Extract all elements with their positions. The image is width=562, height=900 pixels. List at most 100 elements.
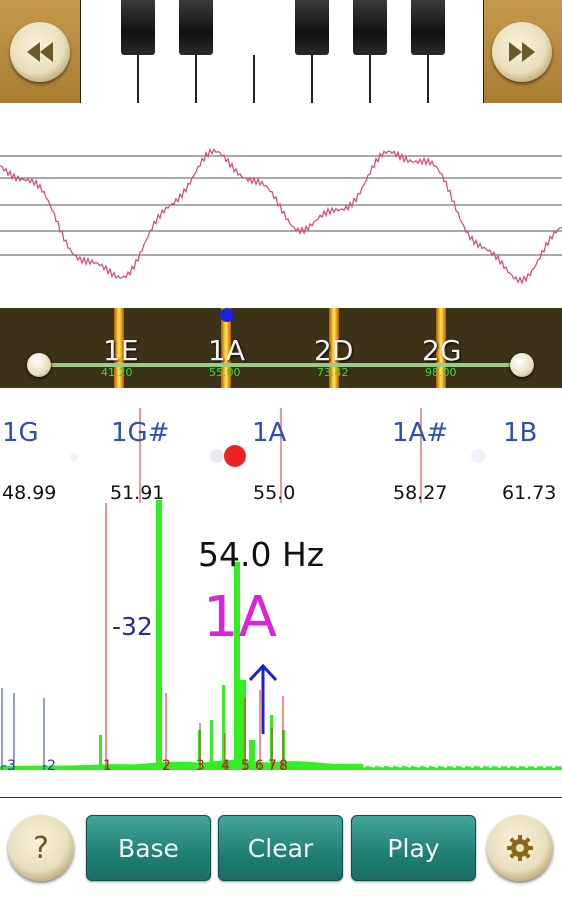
spectrum-bar — [129, 764, 132, 770]
spectrum-bar — [357, 763, 360, 770]
spectrum-bar — [96, 764, 99, 770]
spectrum-bar — [489, 767, 492, 770]
range-slider-right-handle[interactable] — [510, 353, 534, 377]
spectrum-bar — [423, 766, 426, 770]
note-name: 1G# — [111, 418, 170, 448]
spectrum-bar — [324, 763, 327, 770]
spectrum-bar — [264, 762, 267, 770]
spectrum-bar — [471, 767, 474, 770]
spectrum-bar — [156, 500, 159, 770]
spectrum-bar — [354, 763, 357, 770]
spectrum-bar — [99, 735, 102, 770]
spectrum-bar — [525, 767, 528, 770]
spectrum-bar — [318, 762, 321, 770]
spectrum-bar — [405, 766, 408, 770]
spectrum-bar — [366, 766, 369, 770]
spectrum-bar — [486, 766, 489, 770]
spectrum-bar — [132, 764, 135, 770]
range-slider-track[interactable] — [38, 363, 522, 367]
pitch-trail-dot — [70, 453, 78, 461]
spectrum-bar — [558, 766, 561, 770]
piano-keyboard[interactable] — [80, 0, 484, 103]
spectrum-bar — [126, 764, 129, 770]
spectrum-bar — [66, 765, 69, 770]
spectrum-bar — [543, 767, 546, 770]
spectrum-bar — [360, 763, 363, 770]
prev-panel — [0, 0, 80, 103]
spectrum-bar — [408, 767, 411, 770]
harmonic-label: 6 — [255, 758, 264, 774]
clear-button[interactable]: Clear — [218, 815, 343, 881]
spectrum-bar — [528, 766, 531, 770]
spectrum-bar — [312, 762, 315, 770]
spectrum-bar — [390, 767, 393, 770]
spectrum-bar — [333, 764, 336, 770]
range-slider-left-handle[interactable] — [27, 353, 51, 377]
harmonic-label: 5 — [241, 758, 250, 774]
black-key[interactable] — [295, 0, 329, 55]
spectrum-bar — [348, 763, 351, 770]
black-key[interactable] — [121, 0, 155, 55]
spectrum-bar — [141, 763, 144, 770]
white-key-divider — [311, 55, 313, 103]
spectrum-bar — [183, 761, 186, 770]
waveform-display — [0, 147, 562, 286]
spectrum-bar — [495, 766, 498, 770]
black-key[interactable] — [353, 0, 387, 55]
string-tuning-strip[interactable]: 1E 1A 2D 2G 41.20 55.00 73.42 98.00 — [0, 308, 562, 388]
spectrum-bar — [69, 765, 72, 770]
string-frequency: 41.20 — [101, 366, 133, 379]
spectrum-bar — [216, 760, 219, 770]
spectrum-bar — [480, 767, 483, 770]
spectrum-bar — [462, 767, 465, 770]
spectrum-bar — [531, 766, 534, 770]
settings-button[interactable] — [487, 815, 553, 881]
spectrum-bar — [30, 765, 33, 770]
spectrum-bar — [90, 764, 93, 770]
base-button[interactable]: Base — [86, 815, 211, 881]
next-panel — [484, 0, 562, 103]
fast-forward-icon — [509, 42, 535, 62]
spectrum-bar — [537, 766, 540, 770]
spectrum-bar — [180, 761, 183, 770]
prev-button[interactable] — [10, 22, 70, 82]
string-frequency: 73.42 — [317, 366, 349, 379]
spectrum-bar — [501, 766, 504, 770]
spectrum-bar — [186, 761, 189, 770]
white-key-divider — [427, 55, 429, 103]
spectrum-bar — [120, 764, 123, 770]
string-frequency: 55.00 — [209, 366, 241, 379]
spectrum-bar — [297, 761, 300, 770]
active-string-indicator — [220, 308, 234, 322]
help-button[interactable]: ? — [8, 815, 74, 881]
white-key-divider — [137, 55, 139, 103]
spectrum-bar — [330, 763, 333, 770]
spectrum-bar — [441, 766, 444, 770]
harmonic-label: -3 — [2, 758, 16, 774]
spectrum-bar — [411, 766, 414, 770]
spectrum-bar — [177, 761, 180, 770]
spectrum-bar — [444, 767, 447, 770]
spectrum-bar — [114, 764, 117, 770]
play-button[interactable]: Play — [351, 815, 476, 881]
black-key[interactable] — [411, 0, 445, 55]
spectrum-bar — [420, 766, 423, 770]
spectrum-bar — [321, 762, 324, 770]
spectrum-bar — [57, 765, 60, 770]
spectrum-bar — [138, 763, 141, 770]
spectrum-bar — [231, 760, 234, 770]
next-button[interactable] — [492, 22, 552, 82]
spectrum-bar — [174, 761, 177, 770]
spectrum-bar — [384, 766, 387, 770]
spectrum-bar — [504, 766, 507, 770]
spectrum-bar — [339, 763, 342, 770]
harmonic-label: 4 — [221, 758, 230, 774]
spectrum-bar — [81, 765, 84, 770]
frequency-readout: 54.0 Hz — [198, 535, 325, 574]
spectrum-bar — [363, 767, 366, 770]
black-key[interactable] — [179, 0, 213, 55]
spectrum-bar — [210, 720, 213, 770]
spectrum-bar — [351, 763, 354, 770]
spectrum-bar — [153, 762, 156, 770]
spectrum-bar — [93, 764, 96, 770]
